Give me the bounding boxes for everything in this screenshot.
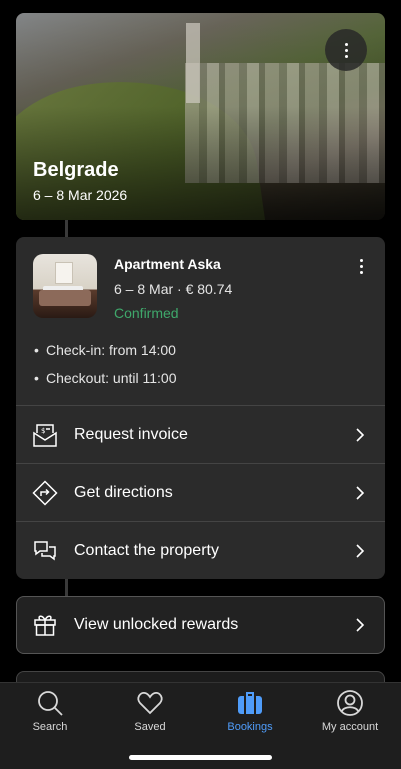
contact-property-row[interactable]: Contact the property [16,521,385,579]
tab-my-account[interactable]: My account [310,689,390,733]
booking-status: Confirmed [114,305,179,321]
more-vertical-icon [344,42,348,58]
get-directions-label: Get directions [74,483,173,501]
booking-dates-price: 6 – 8 Mar · € 80.74 [114,281,233,297]
directions-icon [32,479,58,506]
timeline-connector [65,220,68,237]
check-out-info: • Checkout: until 11:00 [34,370,177,386]
svg-text:$: $ [41,427,45,435]
chevron-right-icon [356,543,365,558]
chat-icon [34,540,56,560]
suitcase-icon [238,692,262,714]
more-vertical-icon [360,259,363,274]
chevron-right-icon [356,427,365,442]
chevron-right-icon [356,485,365,500]
hero-more-button[interactable] [325,29,367,71]
gift-icon [34,615,56,636]
view-rewards-label: View unlocked rewards [74,616,239,633]
request-invoice-label: Request invoice [74,425,188,443]
tab-bookings[interactable]: Bookings [210,689,290,733]
booking-card[interactable]: Apartment Aska 6 – 8 Mar · € 80.74 Confi… [16,237,385,579]
tab-search[interactable]: Search [10,689,90,733]
request-invoice-row[interactable]: $ Request invoice [16,405,385,463]
heart-icon [137,692,163,715]
tab-saved[interactable]: Saved [110,689,190,733]
destination-hero-image[interactable]: Belgrade 6 – 8 Mar 2026 [16,13,385,220]
property-thumbnail[interactable] [33,254,97,318]
timeline-connector [65,579,68,596]
invoice-icon: $ [33,423,57,447]
account-icon [337,690,363,716]
booking-more-button[interactable] [360,259,363,274]
view-rewards-button[interactable]: View unlocked rewards [16,596,385,654]
get-directions-row[interactable]: Get directions [16,463,385,521]
destination-title: Belgrade [33,159,119,181]
home-indicator [129,755,272,760]
contact-property-label: Contact the property [74,541,219,559]
search-icon [38,691,63,716]
chevron-right-icon [356,618,365,632]
trip-dates: 6 – 8 Mar 2026 [33,187,128,203]
check-in-info: • Check-in: from 14:00 [34,342,176,358]
property-name: Apartment Aska [114,256,221,272]
